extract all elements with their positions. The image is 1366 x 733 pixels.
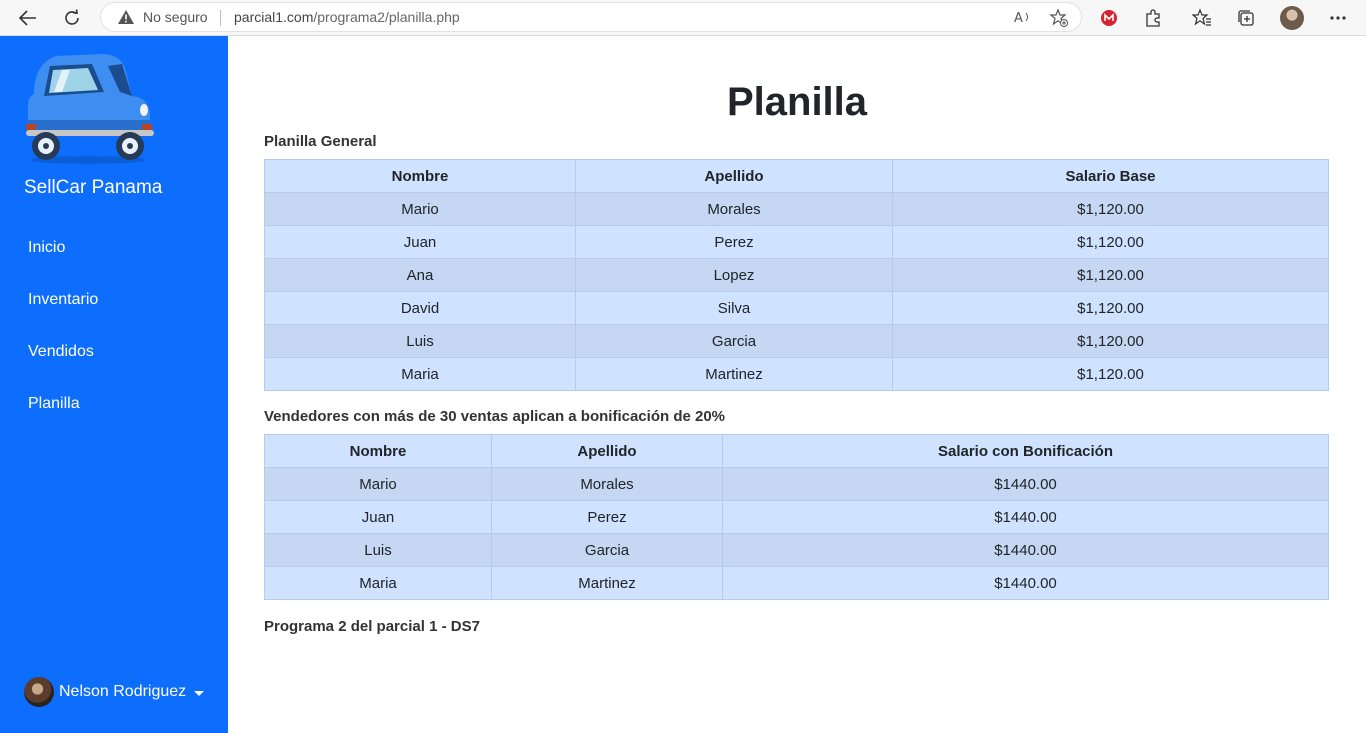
table-header-row: Nombre Apellido Salario Base (264, 159, 1329, 193)
table-row: Juan Perez $1,120.00 (264, 225, 1329, 259)
avatar (24, 677, 54, 707)
user-name: Nelson Rodriguez (59, 683, 187, 700)
cell-salario: $1440.00 (722, 566, 1329, 600)
extensions-icon[interactable] (1141, 6, 1165, 30)
page-title: Planilla (726, 80, 868, 124)
cell-apellido: Garcia (491, 533, 723, 567)
header-nombre: Nombre (264, 434, 492, 468)
warning-icon (117, 9, 135, 30)
sidebar: SellCar Panama Inicio Inventario Vendido… (0, 36, 228, 733)
url-text: parcial1.com/programa2/planilla.php (234, 9, 460, 25)
refresh-icon[interactable] (58, 4, 86, 32)
cell-apellido: Garcia (575, 324, 893, 358)
cell-apellido: Morales (491, 467, 723, 501)
sidebar-item-inicio[interactable]: Inicio (28, 239, 65, 257)
cell-salario: $1440.00 (722, 533, 1329, 567)
bonus-salary-table: Nombre Apellido Salario con Bonificación… (264, 434, 1329, 600)
cell-apellido: Morales (575, 192, 893, 226)
table-row: Juan Perez $1440.00 (264, 500, 1329, 534)
table-row: Maria Martinez $1440.00 (264, 566, 1329, 600)
brand-name[interactable]: SellCar Panama (24, 177, 162, 199)
cell-apellido: Perez (575, 225, 893, 259)
svg-text:A: A (1014, 11, 1023, 26)
cell-nombre: Juan (264, 500, 492, 534)
caret-down-icon (194, 690, 205, 696)
cell-nombre: Mario (264, 192, 576, 226)
extension-red-icon[interactable] (1097, 6, 1121, 30)
general-table-caption: Planilla General (264, 133, 377, 150)
general-salary-table: Nombre Apellido Salario Base Mario Moral… (264, 159, 1329, 391)
header-apellido: Apellido (491, 434, 723, 468)
cell-salario: $1440.00 (722, 500, 1329, 534)
profile-icon[interactable] (1280, 6, 1304, 30)
cell-apellido: Martinez (575, 357, 893, 391)
cell-salario: $1440.00 (722, 467, 1329, 501)
url-path: /programa2/planilla.php (313, 9, 460, 25)
car-logo-icon (22, 50, 154, 171)
cell-apellido: Lopez (575, 258, 893, 292)
cell-salario: $1,120.00 (892, 291, 1329, 325)
cell-salario: $1,120.00 (892, 324, 1329, 358)
page-footer: Programa 2 del parcial 1 - DS7 (264, 618, 480, 635)
security-label: No seguro (143, 9, 208, 25)
header-apellido: Apellido (575, 159, 893, 193)
cell-nombre: Ana (264, 258, 576, 292)
cell-salario: $1,120.00 (892, 192, 1329, 226)
cell-nombre: Luis (264, 533, 492, 567)
table-row: Ana Lopez $1,120.00 (264, 258, 1329, 292)
cell-nombre: Mario (264, 467, 492, 501)
main-content: Planilla Planilla General Nombre Apellid… (228, 36, 1366, 733)
cell-apellido: Perez (491, 500, 723, 534)
cell-apellido: Martinez (491, 566, 723, 600)
sidebar-item-planilla[interactable]: Planilla (28, 395, 80, 413)
table-row: Luis Garcia $1,120.00 (264, 324, 1329, 358)
sidebar-item-inventario[interactable]: Inventario (28, 291, 98, 309)
favorite-add-icon[interactable] (1049, 8, 1069, 33)
address-bar[interactable]: No seguro parcial1.com/programa2/planill… (100, 2, 1082, 32)
collections-icon[interactable] (1234, 6, 1258, 30)
address-divider (220, 10, 221, 26)
browser-toolbar: No seguro parcial1.com/programa2/planill… (0, 0, 1366, 36)
sidebar-item-vendidos[interactable]: Vendidos (28, 343, 94, 361)
header-salario-base: Salario Base (892, 159, 1329, 193)
cell-nombre: Juan (264, 225, 576, 259)
cell-nombre: David (264, 291, 576, 325)
table-row: David Silva $1,120.00 (264, 291, 1329, 325)
cell-salario: $1,120.00 (892, 357, 1329, 391)
header-nombre: Nombre (264, 159, 576, 193)
cell-salario: $1,120.00 (892, 225, 1329, 259)
header-salario-bonificacion: Salario con Bonificación (722, 434, 1329, 468)
read-aloud-icon[interactable]: A (1013, 8, 1033, 31)
table-row: Luis Garcia $1440.00 (264, 533, 1329, 567)
table-row: Mario Morales $1,120.00 (264, 192, 1329, 226)
cell-salario: $1,120.00 (892, 258, 1329, 292)
table-row: Maria Martinez $1,120.00 (264, 357, 1329, 391)
table-row: Mario Morales $1440.00 (264, 467, 1329, 501)
bonus-table-caption: Vendedores con más de 30 ventas aplican … (264, 408, 726, 425)
url-domain: parcial1.com (234, 9, 314, 25)
favorites-icon[interactable] (1190, 6, 1214, 30)
user-menu[interactable]: Nelson Rodriguez (24, 677, 205, 707)
cell-apellido: Silva (575, 291, 893, 325)
cell-nombre: Luis (264, 324, 576, 358)
cell-nombre: Maria (264, 357, 576, 391)
table-header-row: Nombre Apellido Salario con Bonificación (264, 434, 1329, 468)
back-arrow-icon[interactable] (14, 4, 42, 32)
more-icon[interactable] (1326, 6, 1350, 30)
cell-nombre: Maria (264, 566, 492, 600)
